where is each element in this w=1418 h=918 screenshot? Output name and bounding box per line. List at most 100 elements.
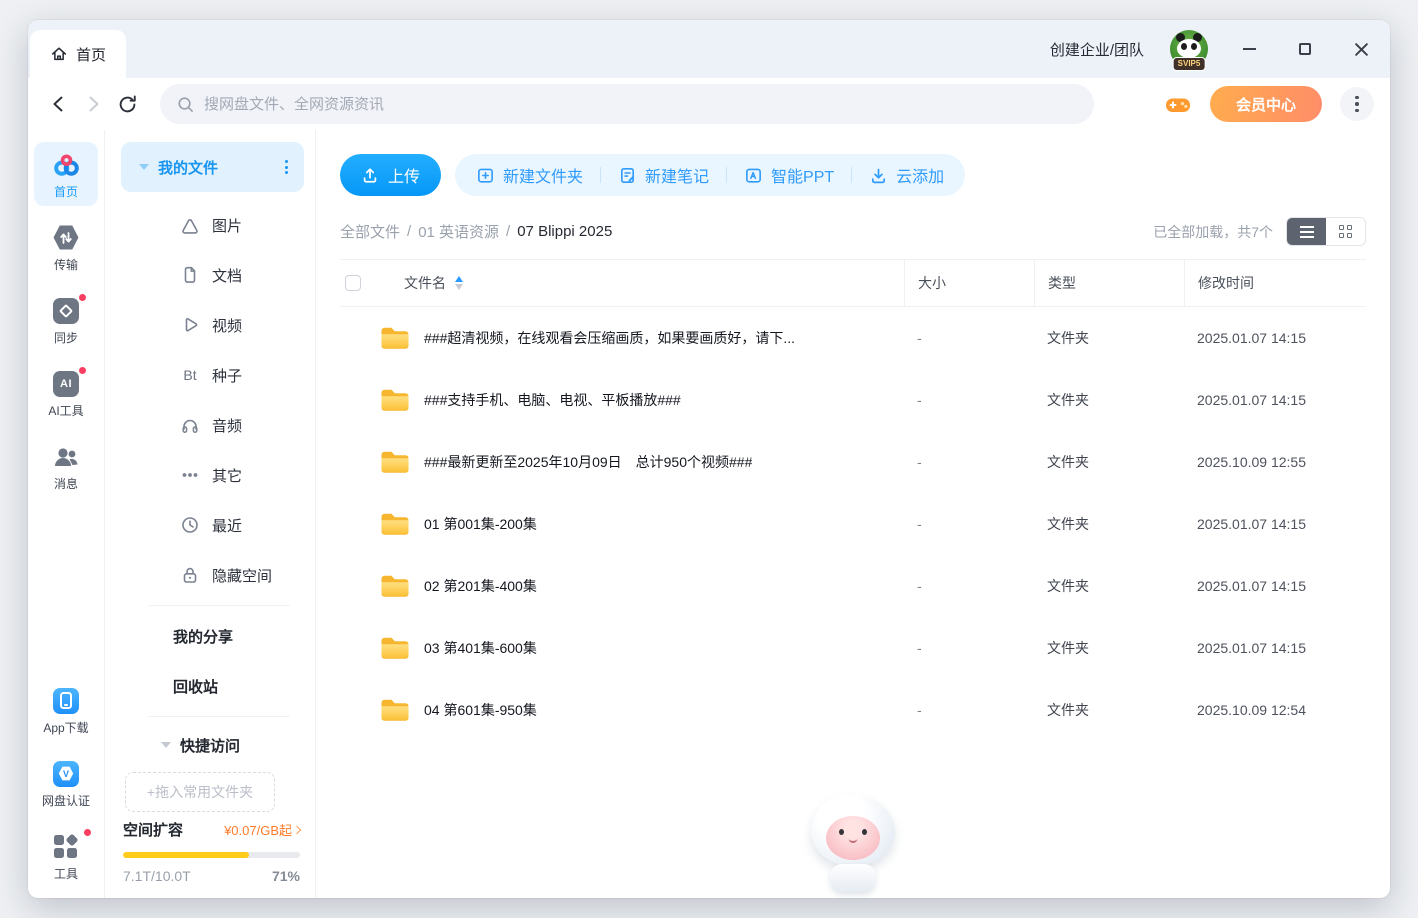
sidebar-label: 最近 [212, 517, 243, 535]
upload-button[interactable]: 上传 [340, 154, 442, 196]
search-input[interactable] [204, 95, 1078, 113]
game-center-button[interactable] [1164, 92, 1192, 116]
file-type: 文件夹 [1047, 640, 1089, 656]
new-folder-button[interactable]: 新建文件夹 [459, 154, 600, 196]
breadcrumb-item[interactable]: 01 英语资源 [418, 221, 499, 242]
column-header-type[interactable]: 类型 [1034, 260, 1184, 306]
notification-dot [83, 828, 92, 837]
divider [149, 605, 290, 606]
netdisk-logo-icon [53, 151, 80, 178]
table-row[interactable]: ###超清视频，在线观看会压缩画质，如果要画质好，请下... - 文件夹 202… [340, 307, 1366, 369]
file-size: - [917, 516, 922, 532]
folder-icon [381, 699, 409, 721]
sidebar-label: 文档 [212, 267, 243, 285]
cloud-add-button[interactable]: 云添加 [852, 154, 961, 196]
file-modified: 2025.01.07 14:15 [1197, 516, 1306, 532]
new-note-button[interactable]: 新建笔记 [601, 154, 726, 196]
maximize-button[interactable] [1290, 34, 1320, 64]
rail-label: 网盘认证 [41, 794, 90, 808]
close-button[interactable] [1346, 34, 1376, 64]
rail-item-home[interactable]: 首页 [34, 142, 98, 206]
rail-item-transfer[interactable]: 传输 [34, 215, 98, 279]
sync-icon [53, 297, 80, 324]
sidebar-item-documents[interactable]: 文档 [121, 250, 304, 300]
column-header-size[interactable]: 大小 [904, 260, 1034, 306]
more-menu-button[interactable] [1340, 87, 1374, 121]
clock-icon [179, 514, 201, 536]
storage-percent-text: 71% [271, 868, 300, 884]
rail-item-ai-tools[interactable]: AI AI工具 [34, 361, 98, 425]
sidebar-item-recycle-bin[interactable]: 回收站 [121, 661, 304, 711]
folder-icon [381, 327, 409, 349]
sidebar-label: 其它 [212, 467, 243, 485]
new-note-icon [621, 167, 635, 183]
smart-ppt-button[interactable]: 智能PPT [727, 154, 851, 196]
sidebar-item-images[interactable]: 图片 [121, 200, 304, 250]
vip-center-button[interactable]: 会员中心 [1209, 86, 1322, 122]
grid-view-icon [1339, 225, 1352, 238]
svip-badge: SVIP5 [1172, 57, 1206, 71]
table-row[interactable]: ###最新更新至2025年10月09日 总计950个视频### - 文件夹 20… [340, 431, 1366, 493]
app-download-icon [53, 687, 80, 714]
table-row[interactable]: 02 第201集-400集 - 文件夹 2025.01.07 14:15 [340, 555, 1366, 617]
rail-item-app-download[interactable]: App下载 [34, 678, 98, 742]
file-sidebar: 我的文件 图片 文档 视频 Bt 种子 音频 其它 最近 隐藏空间 我的分享 回… [105, 130, 316, 898]
breadcrumb-separator: / [506, 223, 511, 240]
column-header-modified[interactable]: 修改时间 [1184, 260, 1366, 306]
minimize-button[interactable] [1234, 34, 1264, 64]
file-name: ###最新更新至2025年10月09日 总计950个视频### [424, 454, 753, 470]
breadcrumb-item[interactable]: 全部文件 [340, 221, 400, 242]
forward-button[interactable] [76, 87, 110, 121]
table-row[interactable]: ###支持手机、电脑、电视、平板播放### - 文件夹 2025.01.07 1… [340, 369, 1366, 431]
sidebar-item-recent[interactable]: 最近 [121, 500, 304, 550]
create-team-link[interactable]: 创建企业/团队 [1050, 39, 1144, 60]
file-type: 文件夹 [1047, 516, 1089, 532]
sidebar-item-my-files[interactable]: 我的文件 [121, 142, 304, 192]
rail-item-messages[interactable]: 消息 [34, 434, 98, 498]
sidebar-label: 视频 [212, 317, 243, 335]
quick-access-label: 快捷访问 [180, 737, 241, 755]
quick-access-header[interactable]: 快捷访问 [121, 722, 304, 768]
file-modified: 2025.01.07 14:15 [1197, 392, 1306, 408]
my-files-menu-icon[interactable] [281, 156, 292, 178]
tab-home[interactable]: 首页 [30, 30, 126, 78]
file-modified: 2025.10.09 12:54 [1197, 702, 1306, 718]
messages-icon [53, 443, 80, 470]
file-name: 02 第201集-400集 [424, 578, 537, 594]
refresh-button[interactable] [110, 87, 144, 121]
breadcrumb-separator: / [407, 223, 412, 240]
rail-label: App下载 [43, 721, 89, 735]
sidebar-item-audio[interactable]: 音频 [121, 400, 304, 450]
sidebar-item-others[interactable]: 其它 [121, 450, 304, 500]
rail-item-sync[interactable]: 同步 [34, 288, 98, 352]
breadcrumb-item-current: 07 Blippi 2025 [517, 223, 613, 240]
sidebar-item-torrents[interactable]: Bt 种子 [121, 350, 304, 400]
select-all-checkbox[interactable] [345, 275, 361, 291]
table-row[interactable]: 01 第001集-200集 - 文件夹 2025.01.07 14:15 [340, 493, 1366, 555]
rail-item-verify[interactable]: V 网盘认证 [34, 751, 98, 815]
back-button[interactable] [42, 87, 76, 121]
table-row[interactable]: 04 第601集-950集 - 文件夹 2025.10.09 12:54 [340, 679, 1366, 741]
panda-eye-icon [1191, 43, 1197, 50]
search-icon [178, 96, 193, 112]
sidebar-item-hidden-space[interactable]: 隐藏空间 [121, 550, 304, 600]
sidebar-item-videos[interactable]: 视频 [121, 300, 304, 350]
list-view-button[interactable] [1287, 218, 1326, 245]
user-avatar[interactable]: SVIP5 [1170, 30, 1208, 71]
mascot-smile [848, 838, 858, 843]
tab-home-label: 首页 [75, 46, 106, 64]
assistant-mascot[interactable] [798, 794, 908, 892]
grid-view-button[interactable] [1326, 218, 1365, 245]
pin-folder-drop-zone[interactable]: +拖入常用文件夹 [125, 772, 275, 812]
rail-item-tools[interactable]: 工具 [34, 824, 98, 888]
sidebar-item-my-shares[interactable]: 我的分享 [121, 611, 304, 661]
smart-ppt-icon [746, 168, 762, 183]
column-header-name[interactable]: 文件名 [380, 260, 904, 306]
upload-icon [363, 168, 377, 183]
panda-eye-icon [1181, 43, 1187, 50]
table-row[interactable]: 03 第401集-600集 - 文件夹 2025.01.07 14:15 [340, 617, 1366, 679]
chevron-right-icon [292, 825, 302, 834]
sort-icon[interactable] [455, 276, 463, 290]
storage-upgrade-link[interactable]: ¥0.07/GB起 [224, 820, 302, 839]
file-type: 文件夹 [1047, 330, 1089, 346]
